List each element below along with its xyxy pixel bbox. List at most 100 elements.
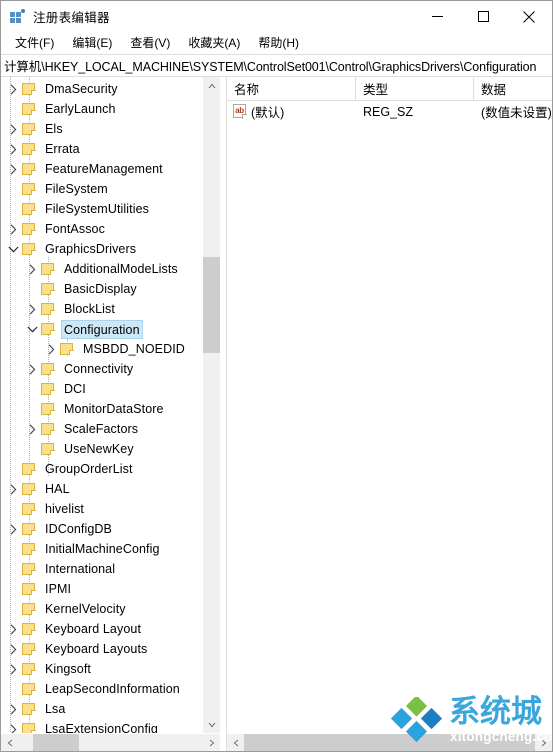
registry-path: 计算机\HKEY_LOCAL_MACHINE\SYSTEM\ControlSet… — [4, 60, 537, 74]
tree-item-label: Lsa — [45, 702, 66, 716]
tree-horizontal-scrollbar[interactable] — [1, 733, 220, 751]
tree-item-els[interactable]: Els — [1, 119, 202, 139]
folder-icon — [40, 362, 56, 376]
chevron-right-icon[interactable] — [43, 339, 59, 359]
tree-item-dmasecurity[interactable]: DmaSecurity — [1, 79, 202, 99]
column-header-name[interactable]: 名称 — [227, 77, 356, 100]
scroll-up-arrow-icon[interactable] — [203, 77, 220, 94]
chevron-right-icon[interactable] — [5, 219, 21, 239]
menu-favorites[interactable]: 收藏夹(A) — [179, 32, 249, 54]
tree-item-label: DCI — [64, 382, 86, 396]
tree-item-label: AdditionalModeLists — [64, 262, 178, 276]
tree-item-connectivity[interactable]: Connectivity — [1, 359, 202, 379]
tree-item-leapsecondinformation[interactable]: LeapSecondInformation — [1, 679, 202, 699]
chevron-right-icon[interactable] — [5, 159, 21, 179]
folder-icon — [21, 722, 37, 733]
chevron-down-icon[interactable] — [5, 239, 21, 259]
tree-item-label: hivelist — [45, 502, 85, 516]
tree-item-additionalmodelists[interactable]: AdditionalModeLists — [1, 259, 202, 279]
tree-item-featuremanagement[interactable]: FeatureManagement — [1, 159, 202, 179]
tree-scroll-thumb[interactable] — [203, 257, 220, 353]
chevron-right-icon[interactable] — [5, 659, 21, 679]
tree-item-errata[interactable]: Errata — [1, 139, 202, 159]
tree-item-idconfigdb[interactable]: IDConfigDB — [1, 519, 202, 539]
chevron-right-icon[interactable] — [24, 299, 40, 319]
chevron-right-icon[interactable] — [5, 639, 21, 659]
table-row[interactable]: ab (默认) REG_SZ (数值未设置) — [227, 101, 552, 122]
folder-icon — [40, 322, 56, 336]
chevron-right-icon[interactable] — [5, 699, 21, 719]
tree-item-keyboard-layouts[interactable]: Keyboard Layouts — [1, 639, 202, 659]
chevron-right-icon[interactable] — [24, 259, 40, 279]
tree-item-hivelist[interactable]: hivelist — [1, 499, 202, 519]
chevron-down-icon[interactable] — [24, 319, 40, 339]
column-header-type[interactable]: 类型 — [356, 77, 474, 100]
tree-item-lsaextensionconfig[interactable]: LsaExtensionConfig — [1, 719, 202, 733]
list-hscroll-thumb[interactable] — [244, 734, 535, 751]
folder-icon — [21, 562, 37, 576]
chevron-right-icon[interactable] — [5, 79, 21, 99]
folder-icon — [21, 642, 37, 656]
chevron-right-icon[interactable] — [5, 619, 21, 639]
tree-item-graphicsdrivers[interactable]: GraphicsDrivers — [1, 239, 202, 259]
menu-help[interactable]: 帮助(H) — [249, 32, 308, 54]
tree-item-keyboard-layout[interactable]: Keyboard Layout — [1, 619, 202, 639]
tree-item-usenewkey[interactable]: UseNewKey — [1, 439, 202, 459]
menu-bar: 文件(F) 编辑(E) 查看(V) 收藏夹(A) 帮助(H) — [1, 32, 552, 54]
tree-item-filesystemutilities[interactable]: FileSystemUtilities — [1, 199, 202, 219]
tree-item-label: MonitorDataStore — [64, 402, 164, 416]
chevron-right-icon[interactable] — [5, 719, 21, 733]
tree-item-hal[interactable]: HAL — [1, 479, 202, 499]
minimize-button[interactable] — [414, 1, 460, 32]
maximize-button[interactable] — [460, 1, 506, 32]
tree-item-fontassoc[interactable]: FontAssoc — [1, 219, 202, 239]
address-bar[interactable]: 计算机\HKEY_LOCAL_MACHINE\SYSTEM\ControlSet… — [1, 54, 552, 77]
tree-item-configuration[interactable]: Configuration — [1, 319, 202, 339]
chevron-right-icon[interactable] — [5, 519, 21, 539]
scroll-down-arrow-icon[interactable] — [203, 716, 220, 733]
tree-item-monitordatastore[interactable]: MonitorDataStore — [1, 399, 202, 419]
tree-item-earlylaunch[interactable]: EarlyLaunch — [1, 99, 202, 119]
menu-view[interactable]: 查看(V) — [121, 32, 179, 54]
tree-item-international[interactable]: International — [1, 559, 202, 579]
tree-item-basicdisplay[interactable]: BasicDisplay — [1, 279, 202, 299]
value-list-body[interactable]: ab (默认) REG_SZ (数值未设置) — [227, 101, 552, 733]
list-scroll-right-arrow-icon[interactable] — [535, 734, 552, 751]
tree-item-filesystem[interactable]: FileSystem — [1, 179, 202, 199]
menu-file[interactable]: 文件(F) — [6, 32, 63, 54]
scroll-right-arrow-icon[interactable] — [203, 734, 220, 751]
tree-item-blocklist[interactable]: BlockList — [1, 299, 202, 319]
tree-item-label: FeatureManagement — [45, 162, 163, 176]
folder-icon — [21, 502, 37, 516]
list-scroll-left-arrow-icon[interactable] — [227, 734, 244, 751]
tree-item-msbdd-noedid[interactable]: MSBDD_NOEDID — [1, 339, 202, 359]
tree-item-scalefactors[interactable]: ScaleFactors — [1, 419, 202, 439]
scroll-left-arrow-icon[interactable] — [1, 734, 18, 751]
tree-viewport: DmaSecurity EarlyLaunch Els Errata FeatureMa… — [1, 77, 202, 733]
tree-vertical-scrollbar[interactable] — [202, 77, 220, 733]
chevron-right-icon[interactable] — [5, 139, 21, 159]
menu-edit[interactable]: 编辑(E) — [63, 32, 121, 54]
chevron-right-icon[interactable] — [24, 419, 40, 439]
tree-item-label: EarlyLaunch — [45, 102, 116, 116]
tree-item-ipmi[interactable]: IPMI — [1, 579, 202, 599]
tree-hscroll-thumb[interactable] — [33, 734, 79, 751]
registry-tree[interactable]: DmaSecurity EarlyLaunch Els Errata FeatureMa… — [1, 77, 202, 733]
folder-icon — [21, 582, 37, 596]
close-button[interactable] — [506, 1, 552, 32]
chevron-right-icon[interactable] — [5, 119, 21, 139]
tree-item-kernelvelocity[interactable]: KernelVelocity — [1, 599, 202, 619]
list-horizontal-scrollbar[interactable] — [227, 733, 552, 751]
tree-item-kingsoft[interactable]: Kingsoft — [1, 659, 202, 679]
column-header-data[interactable]: 数据 — [474, 77, 552, 100]
tree-item-initialmachineconfig[interactable]: InitialMachineConfig — [1, 539, 202, 559]
folder-icon — [21, 702, 37, 716]
tree-item-dci[interactable]: DCI — [1, 379, 202, 399]
tree-item-lsa[interactable]: Lsa — [1, 699, 202, 719]
chevron-right-icon[interactable] — [24, 359, 40, 379]
chevron-right-icon[interactable] — [5, 479, 21, 499]
tree-item-grouporderlist[interactable]: GroupOrderList — [1, 459, 202, 479]
